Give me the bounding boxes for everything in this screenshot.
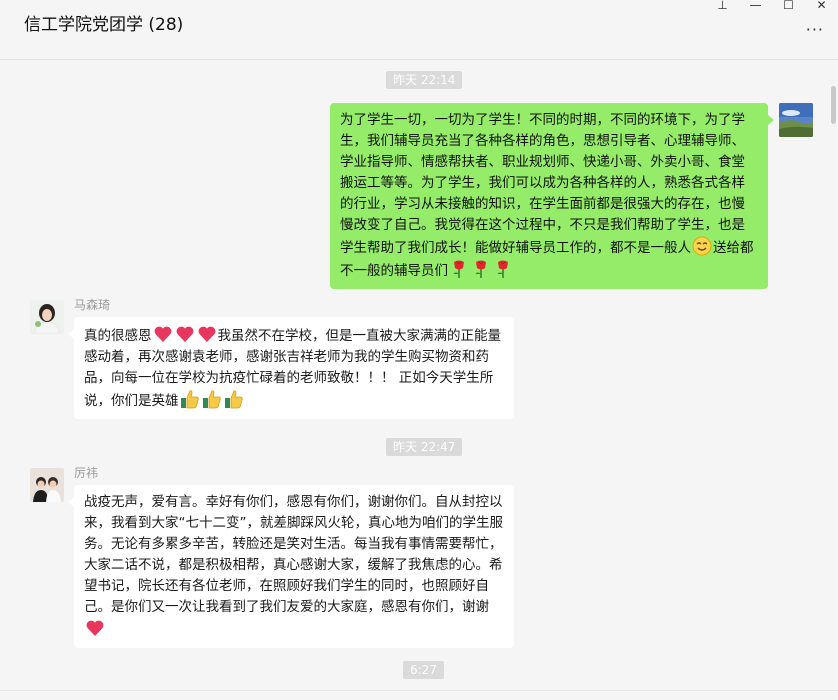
sender-avatar-li[interactable] (30, 468, 64, 502)
heart-emoji (198, 326, 215, 342)
smile-emoji (692, 236, 712, 256)
heart-emoji (154, 326, 171, 342)
couple-avatar-image (30, 468, 64, 502)
person-avatar-image (30, 300, 64, 334)
pin-button[interactable]: ⊥ (706, 0, 739, 14)
message-text: 真的很感恩 (84, 328, 152, 344)
more-options-button[interactable]: ··· (806, 20, 824, 39)
outgoing-message-bubble[interactable]: 为了学生一切，一切为了学生！不同的时期，不同的环境下，为了学生，我们辅导员充当了… (330, 103, 774, 289)
sender-name: 厉祎 (74, 466, 99, 480)
rose-emoji (475, 260, 486, 278)
timestamp: 昨天 22:14 (386, 71, 463, 89)
my-avatar[interactable] (779, 103, 813, 137)
thumbs-up-emoji (202, 390, 221, 409)
close-button[interactable]: ✕ (805, 0, 838, 14)
rose-emoji (453, 260, 464, 278)
window-controls: ⊥ — ☐ ✕ (706, 0, 838, 14)
heart-emoji (176, 326, 193, 342)
minimize-button[interactable]: — (739, 0, 772, 14)
sender-avatar-ma[interactable] (30, 300, 64, 334)
rose-emoji (497, 260, 508, 278)
thumbs-up-emoji (224, 390, 243, 409)
maximize-button[interactable]: ☐ (772, 0, 805, 14)
heart-emoji (86, 620, 104, 636)
chat-title: 信工学院党团学 (28) (24, 15, 184, 35)
chat-header: 信工学院党团学 (28) ⊥ — ☐ ✕ ··· (0, 0, 838, 60)
input-area-divider (0, 690, 838, 700)
sender-name: 马森琦 (74, 298, 111, 312)
thumbs-up-emoji (180, 390, 199, 409)
message-text: 为了学生一切，一切为了学生！不同的时期，不同的环境下，为了学生，我们辅导员充当了… (340, 112, 745, 256)
message-text: 战疫无声，爱有言。幸好有你们，感恩有你们，谢谢你们。自从封控以来，我看到大家“七… (84, 494, 503, 615)
incoming-message-bubble[interactable]: 真的很感恩 我虽然不在学校，但是一直被大家满满的正能量感动着，再次感谢袁老师，感谢… (68, 317, 514, 419)
landscape-avatar-image (779, 103, 813, 137)
timestamp: 昨天 22:47 (386, 438, 463, 456)
incoming-message-bubble[interactable]: 战疫无声，爱有言。幸好有你们，感恩有你们，谢谢你们。自从封控以来，我看到大家“七… (68, 485, 514, 648)
timestamp: 6:27 (403, 661, 444, 679)
message-list[interactable]: 昨天 22:14 为了学生一切，一切为了学生！不同的时期，不同的环境下，为了学生… (0, 60, 838, 700)
scrollbar-thumb[interactable] (831, 86, 836, 124)
